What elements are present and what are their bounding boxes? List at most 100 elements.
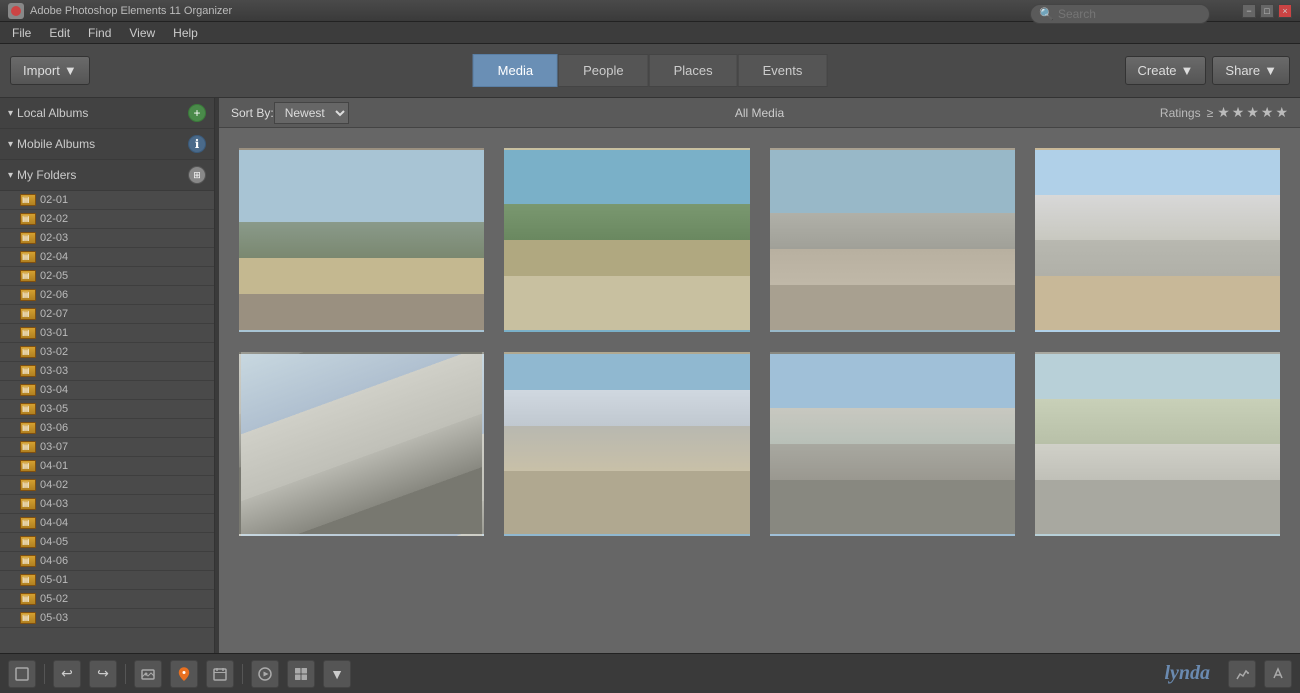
folder-icon [20,289,36,301]
star-5[interactable]: ★ [1275,104,1288,121]
menu-edit[interactable]: Edit [41,24,78,42]
local-albums-arrow: ▾ [8,108,13,119]
folder-icon [20,194,36,206]
display-dropdown-button[interactable]: ▼ [323,660,351,688]
sidebar-folder-02-06[interactable]: 02-06 [0,286,214,305]
divider-3 [242,664,243,684]
maximize-button[interactable]: □ [1260,4,1274,18]
mobile-albums-info-button[interactable]: ℹ [188,135,206,153]
search-bar[interactable]: 🔍 [1030,4,1210,24]
sidebar-folder-04-06[interactable]: 04-06 [0,552,214,571]
star-1[interactable]: ★ [1217,104,1230,121]
tab-media[interactable]: Media [473,54,558,87]
folder-icon [20,346,36,358]
mobile-albums-header[interactable]: ▾ Mobile Albums ℹ [0,129,214,160]
folder-icon [20,270,36,282]
sidebar-folder-02-04[interactable]: 02-04 [0,248,214,267]
tab-group: Media People Places Events [473,54,828,87]
folder-label: 02-04 [40,251,68,263]
mobile-albums-arrow: ▾ [8,139,13,150]
divider-1 [44,664,45,684]
sidebar: ▾ Local Albums + ▾ Mobile Albums ℹ ▾ My … [0,98,215,653]
photo-thumb-3[interactable] [770,148,1015,332]
sidebar-folder-02-05[interactable]: 02-05 [0,267,214,286]
undo-button[interactable]: ↩ [53,660,81,688]
star-3[interactable]: ★ [1246,104,1259,121]
photo-thumb-5[interactable] [239,352,484,536]
minimize-button[interactable]: − [1242,4,1256,18]
sidebar-folder-04-05[interactable]: 04-05 [0,533,214,552]
folder-icon [20,479,36,491]
folder-label: 05-01 [40,574,68,586]
sidebar-folder-04-04[interactable]: 04-04 [0,514,214,533]
sidebar-folder-05-02[interactable]: 05-02 [0,590,214,609]
sidebar-folder-04-02[interactable]: 04-02 [0,476,214,495]
menu-view[interactable]: View [121,24,163,42]
photo-thumb-4[interactable] [1035,148,1280,332]
sidebar-folder-04-03[interactable]: 04-03 [0,495,214,514]
sidebar-folder-02-07[interactable]: 02-07 [0,305,214,324]
sidebar-folder-02-02[interactable]: 02-02 [0,210,214,229]
photo-thumb-8[interactable] [1035,352,1280,536]
sidebar-folder-05-03[interactable]: 05-03 [0,609,214,628]
mobile-albums-actions: ℹ [188,135,206,153]
sidebar-folder-05-01[interactable]: 05-01 [0,571,214,590]
tools-button-2[interactable] [1264,660,1292,688]
folder-icon [20,612,36,624]
sidebar-folder-04-01[interactable]: 04-01 [0,457,214,476]
sidebar-folder-03-07[interactable]: 03-07 [0,438,214,457]
sidebar-folder-02-01[interactable]: 02-01 [0,191,214,210]
folder-icon [20,574,36,586]
local-albums-header[interactable]: ▾ Local Albums + [0,98,214,129]
add-media-button[interactable] [134,660,162,688]
redo-button[interactable]: ↪ [89,660,117,688]
bottom-toolbar: ↩ ↪ ▼ lynda [0,653,1300,693]
my-folders-expand-button[interactable]: ⊞ [188,166,206,184]
close-button[interactable]: × [1278,4,1292,18]
location-button[interactable] [170,660,198,688]
folder-icon [20,498,36,510]
photo-thumb-7[interactable] [770,352,1015,536]
my-folders-arrow: ▾ [8,170,13,181]
photo-thumb-2[interactable] [504,148,749,332]
sidebar-folder-03-05[interactable]: 03-05 [0,400,214,419]
tab-places[interactable]: Places [649,54,738,87]
photo-grid-container [219,128,1300,653]
calendar-button[interactable] [206,660,234,688]
menu-file[interactable]: File [4,24,39,42]
sidebar-folder-03-02[interactable]: 03-02 [0,343,214,362]
folder-items-list: 02-01 02-02 02-03 02-04 02-0502-0602-0703-01… [0,191,214,628]
menu-find[interactable]: Find [80,24,119,42]
sidebar-folder-02-03[interactable]: 02-03 [0,229,214,248]
import-button[interactable]: Import ▼ [10,56,90,85]
folder-label: 03-02 [40,346,68,358]
star-2[interactable]: ★ [1232,104,1245,121]
my-folders-header[interactable]: ▾ My Folders ⊞ [0,160,214,191]
folder-icon [20,365,36,377]
photo-thumb-1[interactable] [239,148,484,332]
sort-select[interactable]: Newest Oldest Name Rating [274,102,349,124]
play-button[interactable] [251,660,279,688]
sidebar-folder-03-06[interactable]: 03-06 [0,419,214,438]
add-album-button[interactable]: + [188,104,206,122]
folder-label: 04-04 [40,517,68,529]
share-button[interactable]: Share ▼ [1212,56,1290,85]
lynda-logo: lynda [1164,662,1210,685]
my-folders-label: My Folders [17,168,76,182]
slideshow-panel-button[interactable] [8,660,36,688]
folder-icon [20,441,36,453]
tools-button-1[interactable] [1228,660,1256,688]
display-options-button[interactable] [287,660,315,688]
menu-help[interactable]: Help [165,24,206,42]
photo-thumb-6[interactable] [504,352,749,536]
folder-icon [20,384,36,396]
tab-people[interactable]: People [558,54,648,87]
search-input[interactable] [1058,7,1198,21]
folder-label: 02-02 [40,213,68,225]
tab-events[interactable]: Events [738,54,828,87]
sidebar-folder-03-03[interactable]: 03-03 [0,362,214,381]
sidebar-folder-03-01[interactable]: 03-01 [0,324,214,343]
star-4[interactable]: ★ [1261,104,1274,121]
sidebar-folder-03-04[interactable]: 03-04 [0,381,214,400]
create-button[interactable]: Create ▼ [1125,56,1207,85]
